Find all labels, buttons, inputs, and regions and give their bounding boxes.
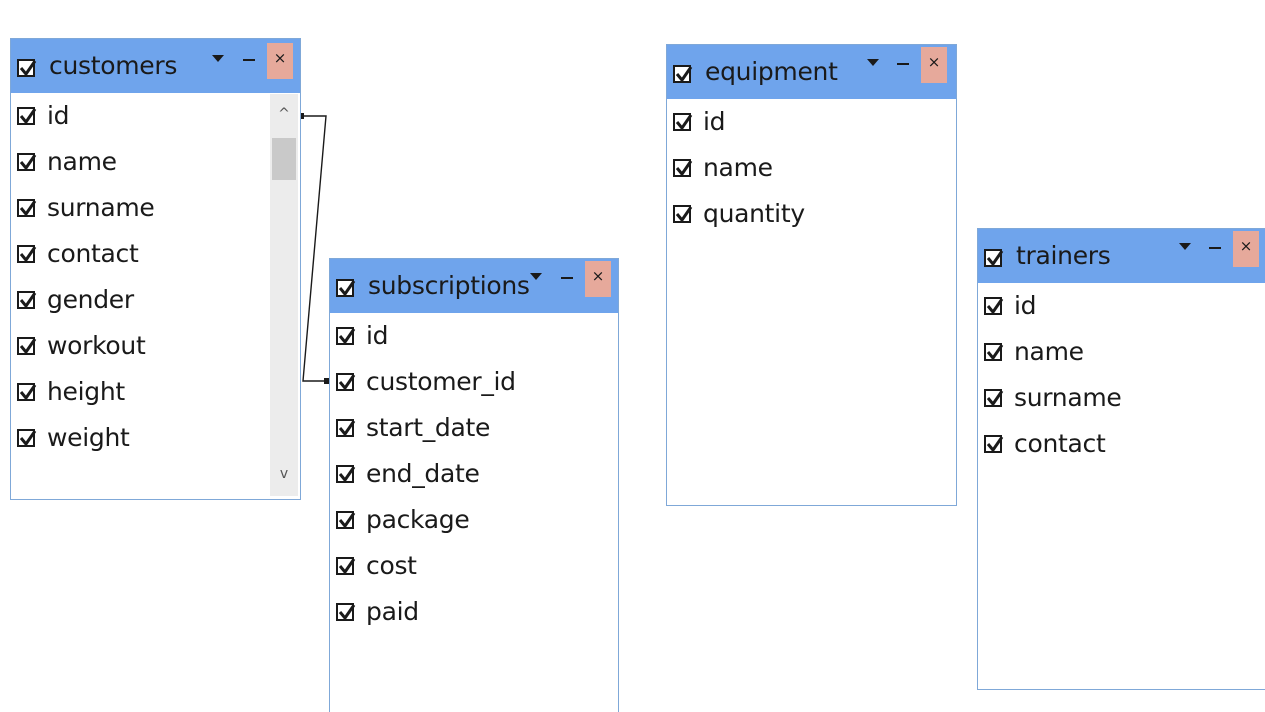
field-label: id: [47, 101, 70, 130]
scroll-down-icon[interactable]: v: [274, 466, 294, 482]
field-label: id: [703, 107, 726, 136]
field-label: surname: [1014, 383, 1122, 412]
field-label: name: [1014, 337, 1084, 366]
field-label: gender: [47, 285, 134, 314]
field-checkbox-icon[interactable]: [984, 389, 1004, 407]
field-label: surname: [47, 193, 155, 222]
field-label: paid: [366, 597, 419, 626]
dropdown-arrow-icon[interactable]: [530, 273, 542, 280]
field-label: contact: [47, 239, 139, 268]
minimize-icon[interactable]: [243, 59, 255, 61]
field-checkbox-icon[interactable]: [336, 373, 356, 391]
vertical-scrollbar[interactable]: ^ v: [270, 94, 298, 496]
scroll-thumb[interactable]: [272, 138, 296, 180]
field-label: cost: [366, 551, 417, 580]
field-checkbox-icon[interactable]: [984, 297, 1004, 315]
field-checkbox-icon[interactable]: [17, 429, 37, 447]
field-checkbox-icon[interactable]: [336, 327, 356, 345]
field-label: weight: [47, 423, 130, 452]
field-checkbox-icon[interactable]: [17, 337, 37, 355]
field-label: workout: [47, 331, 146, 360]
table-title: trainers: [1016, 241, 1111, 270]
scroll-up-icon[interactable]: ^: [274, 106, 294, 122]
field-checkbox-icon[interactable]: [336, 465, 356, 483]
field-checkbox-icon[interactable]: [17, 107, 37, 125]
table-window-trainers[interactable]: trainers × id name surname contact: [977, 228, 1265, 690]
field-label: height: [47, 377, 125, 406]
close-button[interactable]: ×: [585, 261, 611, 297]
field-label: contact: [1014, 429, 1106, 458]
field-label: name: [703, 153, 773, 182]
field-checkbox-icon[interactable]: [17, 153, 37, 171]
table-title: subscriptions: [368, 271, 530, 300]
field-checkbox-icon[interactable]: [673, 113, 693, 131]
field-checkbox-icon[interactable]: [336, 557, 356, 575]
close-button[interactable]: ×: [921, 47, 947, 83]
table-select-checkbox-icon[interactable]: [336, 279, 356, 297]
table-window-customers[interactable]: customers × id name surname contact gend…: [10, 38, 301, 500]
field-label: customer_id: [366, 367, 516, 396]
title-bar-customers[interactable]: customers ×: [11, 39, 300, 93]
minimize-icon[interactable]: [897, 63, 909, 65]
table-select-checkbox-icon[interactable]: [17, 59, 37, 77]
field-checkbox-icon[interactable]: [17, 291, 37, 309]
table-select-checkbox-icon[interactable]: [984, 249, 1004, 267]
field-checkbox-icon[interactable]: [336, 603, 356, 621]
close-button[interactable]: ×: [267, 43, 293, 79]
field-label: start_date: [366, 413, 491, 442]
table-window-equipment[interactable]: equipment × id name quantity: [666, 44, 957, 506]
field-checkbox-icon[interactable]: [984, 343, 1004, 361]
field-label: id: [366, 321, 389, 350]
minimize-icon[interactable]: [561, 277, 573, 279]
field-checkbox-icon[interactable]: [17, 199, 37, 217]
table-select-checkbox-icon[interactable]: [673, 65, 693, 83]
field-checkbox-icon[interactable]: [336, 511, 356, 529]
title-bar-equipment[interactable]: equipment ×: [667, 45, 956, 99]
field-checkbox-icon[interactable]: [673, 205, 693, 223]
table-window-subscriptions[interactable]: subscriptions × id customer_id start_dat…: [329, 258, 619, 712]
title-bar-trainers[interactable]: trainers ×: [978, 229, 1265, 283]
table-title: equipment: [705, 57, 838, 86]
field-label: id: [1014, 291, 1037, 320]
dropdown-arrow-icon[interactable]: [867, 59, 879, 66]
dropdown-arrow-icon[interactable]: [1179, 243, 1191, 250]
field-label: end_date: [366, 459, 480, 488]
field-checkbox-icon[interactable]: [673, 159, 693, 177]
close-button[interactable]: ×: [1233, 231, 1259, 267]
field-checkbox-icon[interactable]: [17, 245, 37, 263]
field-label: package: [366, 505, 470, 534]
field-checkbox-icon[interactable]: [336, 419, 356, 437]
field-checkbox-icon[interactable]: [17, 383, 37, 401]
title-bar-subscriptions[interactable]: subscriptions ×: [330, 259, 618, 313]
field-label: name: [47, 147, 117, 176]
field-checkbox-icon[interactable]: [984, 435, 1004, 453]
minimize-icon[interactable]: [1209, 247, 1221, 249]
dropdown-arrow-icon[interactable]: [212, 55, 224, 62]
field-label: quantity: [703, 199, 805, 228]
table-title: customers: [49, 51, 178, 80]
